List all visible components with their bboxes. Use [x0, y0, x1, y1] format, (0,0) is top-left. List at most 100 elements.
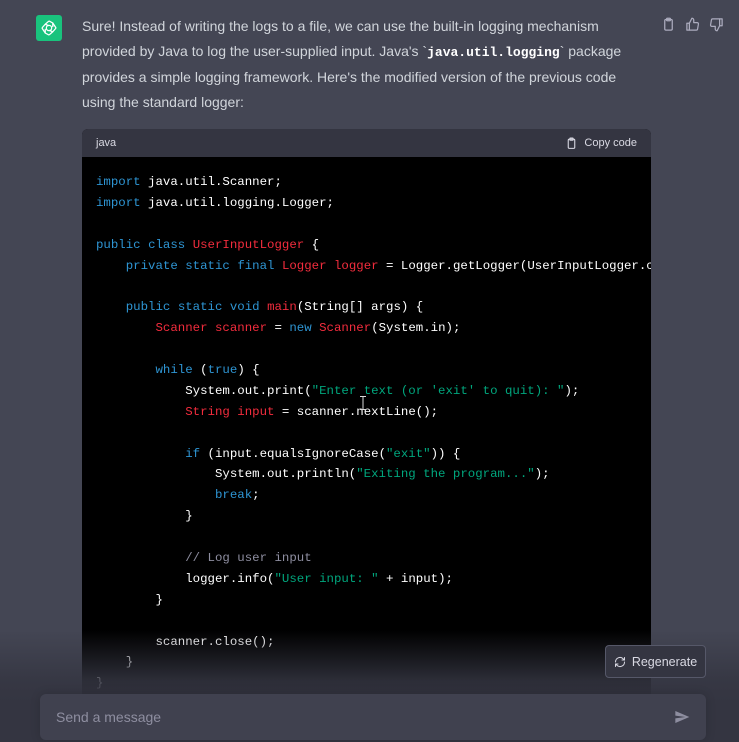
message-input[interactable] [54, 708, 672, 726]
copy-code-label: Copy code [584, 137, 637, 149]
code-token: { [304, 237, 320, 252]
code-token: scanner [215, 321, 268, 336]
thumbs-down-icon [709, 17, 723, 31]
code-token: } [96, 509, 193, 524]
code-token: } [96, 592, 163, 607]
code-token: static [185, 258, 230, 273]
code-line: } [96, 673, 651, 694]
code-token: import [96, 175, 141, 189]
code-content[interactable]: import java.util.Scanner; import java.uti… [82, 157, 651, 694]
code-token: public [125, 300, 171, 315]
code-token: public [96, 237, 141, 252]
code-line: public class UserInputLogger { [96, 235, 651, 256]
code-token: "User input: " [274, 571, 379, 586]
code-line: public static void main(String[] args) { [96, 297, 651, 318]
code-line: } [96, 506, 651, 527]
chat-page: Sure! Instead of writing the logs to a f… [0, 0, 739, 742]
code-token: true [207, 363, 238, 378]
code-block: java Copy code import java.util.Scanner;… [82, 129, 651, 699]
code-token: (String[] args) { [296, 300, 424, 315]
code-token: scanner.close(); [96, 634, 275, 649]
code-token: ; [252, 488, 260, 503]
code-token: ) { [237, 363, 260, 378]
code-line: // Log user input [96, 548, 651, 569]
code-token: void [229, 300, 260, 315]
code-line: break; [96, 485, 651, 506]
code-token: new [289, 321, 312, 336]
code-token: "exit" [386, 446, 431, 461]
code-token: + input); [378, 571, 453, 586]
code-token: private [125, 258, 178, 273]
code-token: ); [564, 383, 580, 398]
thumbs-down-button[interactable] [708, 16, 724, 32]
code-line: System.out.print("Enter text (or 'exit' … [96, 381, 651, 402]
code-line: import java.util.Scanner; [96, 172, 651, 193]
code-token: input [237, 404, 275, 419]
code-language-label: java [96, 137, 117, 149]
code-token: // Log user input [185, 551, 312, 566]
code-token: )) { [430, 446, 461, 461]
message-composer [40, 694, 706, 740]
openai-logo-icon [41, 20, 57, 36]
copy-message-button[interactable] [660, 16, 676, 32]
code-line: private static final Logger logger = Log… [96, 256, 651, 277]
code-line: if (input.equalsIgnoreCase("exit")) { [96, 444, 651, 465]
code-token: ); [534, 467, 550, 482]
code-line: } [96, 590, 651, 611]
code-token: (System.in); [371, 321, 461, 336]
code-line: } [96, 652, 651, 673]
code-line: while (true) { [96, 360, 651, 381]
code-token: final [237, 258, 275, 273]
inline-code-package: java.util.logging [427, 44, 560, 60]
code-line: scanner.close(); [96, 632, 651, 653]
code-token: main [267, 300, 297, 315]
message-actions [660, 16, 724, 32]
thumbs-up-button[interactable] [684, 16, 700, 32]
code-token: java.util.Scanner; [140, 175, 282, 189]
code-token: (input.equalsIgnoreCase( [200, 446, 386, 461]
code-line: Scanner scanner = new Scanner(System.in)… [96, 318, 651, 339]
code-token: System.out.print( [96, 383, 312, 398]
code-token: "Enter text (or 'exit' to quit): " [311, 383, 565, 398]
code-line: logger.info("User input: " + input); [96, 569, 651, 590]
send-icon [675, 711, 690, 723]
code-token: UserInputLogger [192, 237, 305, 252]
copy-code-button[interactable]: Copy code [565, 137, 637, 150]
code-token: = Logger.getLogger(UserInputLogger.cl [378, 258, 651, 273]
code-line: System.out.println("Exiting the program.… [96, 464, 651, 485]
code-token: while [155, 363, 193, 378]
code-token: } [96, 676, 104, 691]
regenerate-label: Regenerate [631, 654, 698, 669]
clipboard-icon [568, 137, 576, 149]
code-token: String [185, 404, 230, 419]
code-token: Scanner [155, 321, 208, 336]
code-token: Logger [281, 258, 327, 273]
code-token: Scanner [319, 321, 372, 336]
regenerate-button[interactable]: Regenerate [605, 645, 706, 678]
send-button[interactable] [672, 707, 692, 727]
code-token: static [177, 300, 223, 315]
clipboard-icon [663, 17, 673, 31]
code-token: import [96, 195, 141, 210]
code-token: class [148, 237, 186, 252]
code-token: java.util.logging.Logger; [140, 195, 334, 210]
